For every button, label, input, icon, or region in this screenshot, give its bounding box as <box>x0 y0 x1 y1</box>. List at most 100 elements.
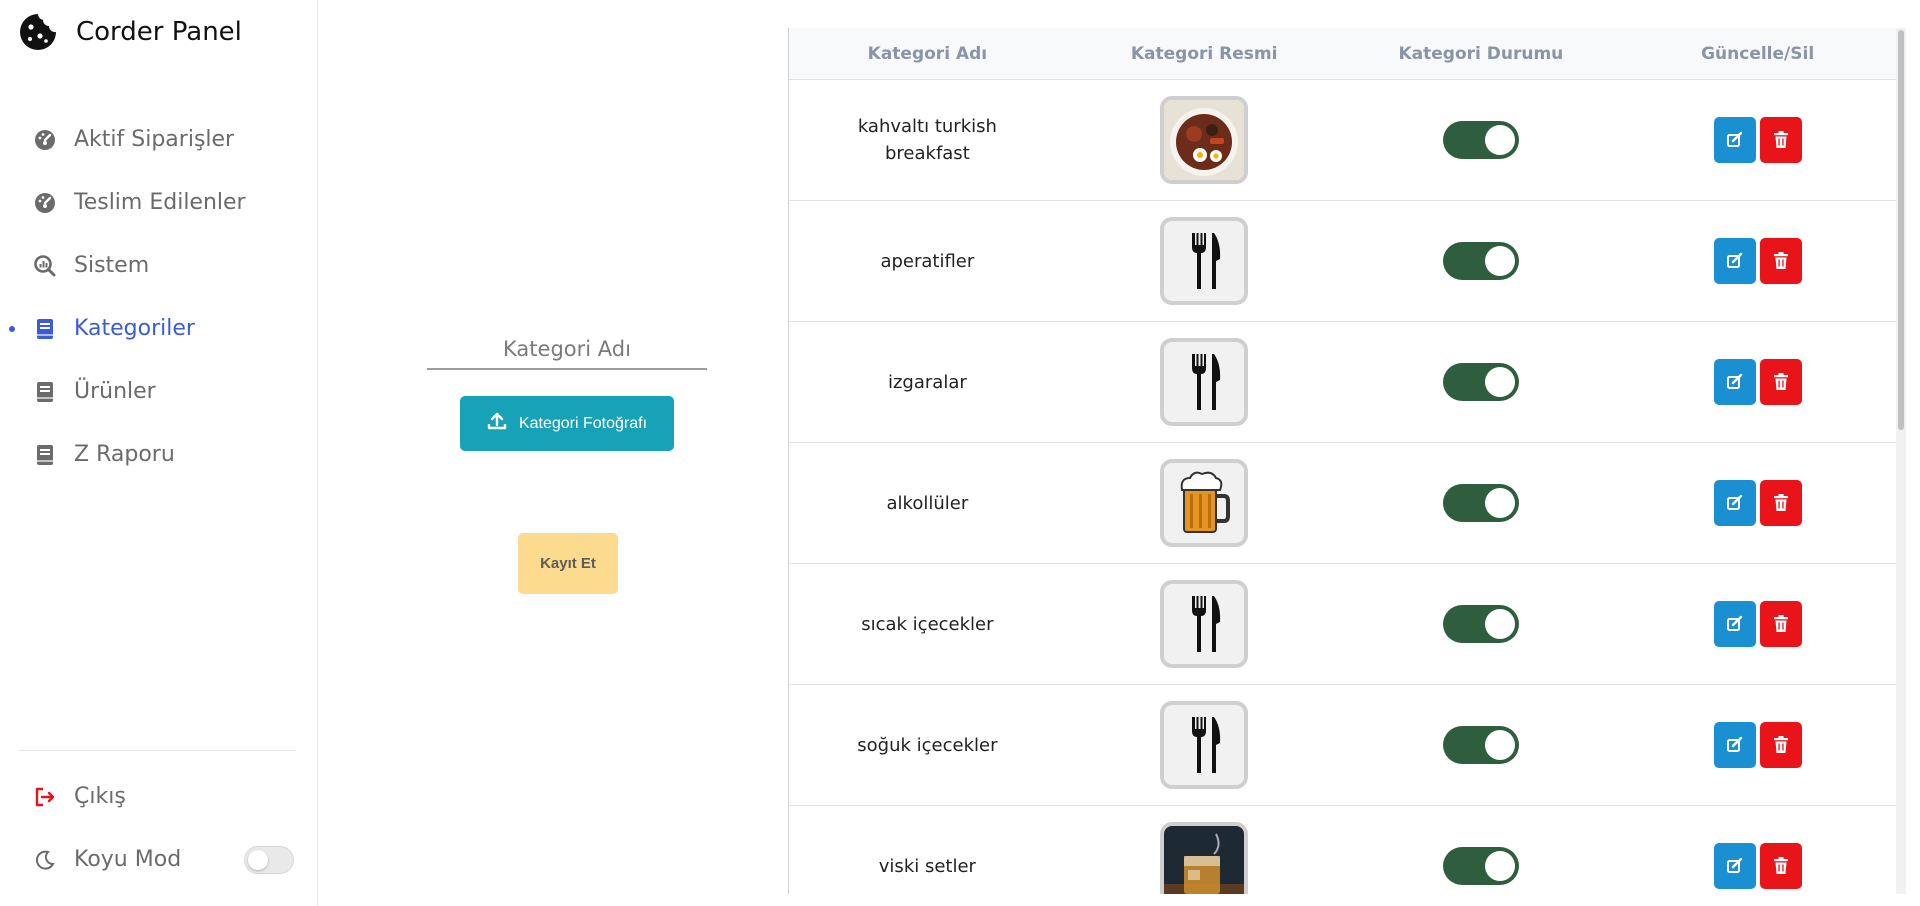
sidebar-item-urunler[interactable]: Ürünler <box>0 360 318 423</box>
sidebar-item-label: Aktif Siparişler <box>74 127 235 152</box>
book-icon <box>34 381 56 403</box>
sidebar-item-z-raporu[interactable]: Z Raporu <box>0 423 318 486</box>
sidebar-nav: Aktif Siparişler Teslim Edilenler Sistem… <box>0 108 318 486</box>
whiskey-photo-icon <box>1160 822 1249 894</box>
trash-icon <box>1773 494 1788 511</box>
trash-icon <box>1773 131 1788 148</box>
category-form: Kategori Fotoğrafı Kayıt Et <box>318 0 788 906</box>
table-row: sıcak içecekler <box>789 564 1896 685</box>
status-toggle[interactable] <box>1442 605 1519 643</box>
upload-label: Kategori Fotoğrafı <box>518 414 648 432</box>
sidebar-item-label: Ürünler <box>74 379 156 404</box>
book-icon <box>34 318 56 340</box>
search-chart-icon <box>34 254 56 277</box>
table-row: soğuk içecekler <box>789 685 1896 806</box>
edit-icon <box>1726 494 1742 510</box>
table-header: Kategori Adı Kategori Resmi Kategori Dur… <box>789 28 1896 80</box>
active-indicator <box>9 325 15 332</box>
trash-icon <box>1773 736 1788 753</box>
scrollbar-thumb[interactable] <box>1898 30 1904 430</box>
cutlery-icon <box>1160 580 1249 668</box>
cookie-logo-icon <box>20 14 56 50</box>
moon-icon <box>34 849 56 871</box>
delete-button[interactable] <box>1759 843 1802 889</box>
sidebar: Corder Panel Aktif Siparişler Teslim Edi… <box>0 0 318 906</box>
upload-photo-button[interactable]: Kategori Fotoğrafı <box>460 396 674 451</box>
sidebar-item-sistem[interactable]: Sistem <box>0 234 318 297</box>
edit-button[interactable] <box>1713 117 1756 163</box>
category-name: aperatifler <box>880 250 975 272</box>
delete-button[interactable] <box>1759 238 1802 284</box>
status-toggle[interactable] <box>1442 363 1519 401</box>
logout-button[interactable]: Çıkış <box>0 765 318 828</box>
table-row: viski setler <box>789 806 1896 894</box>
edit-icon <box>1726 252 1742 268</box>
logout-label: Çıkış <box>74 784 126 809</box>
breakfast-photo-icon <box>1160 96 1249 184</box>
status-toggle[interactable] <box>1442 726 1519 764</box>
sidebar-item-label: Sistem <box>74 253 150 278</box>
dark-mode-row: Koyu Mod <box>0 828 318 891</box>
app-title: Corder Panel <box>76 17 242 47</box>
status-toggle[interactable] <box>1442 484 1519 522</box>
save-button[interactable]: Kayıt Et <box>518 533 618 594</box>
delete-button[interactable] <box>1759 359 1802 405</box>
trash-icon <box>1773 857 1788 874</box>
category-name: viski setler <box>878 855 976 877</box>
edit-icon <box>1726 373 1742 389</box>
trash-icon <box>1773 252 1788 269</box>
status-toggle[interactable] <box>1442 242 1519 280</box>
dashboard-icon <box>34 129 56 151</box>
dark-mode-toggle[interactable] <box>244 845 294 874</box>
edit-button[interactable] <box>1713 238 1756 284</box>
trash-icon <box>1773 615 1788 632</box>
edit-button[interactable] <box>1713 359 1756 405</box>
header-actions[interactable]: Güncelle/Sil <box>1619 28 1896 79</box>
cutlery-icon <box>1160 338 1249 426</box>
edit-icon <box>1726 857 1742 873</box>
sidebar-item-label: Z Raporu <box>74 442 175 467</box>
category-name: kahvaltı turkish breakfast <box>857 116 997 164</box>
cutlery-icon <box>1160 701 1249 789</box>
delete-button[interactable] <box>1759 722 1802 768</box>
category-table: Kategori Adı Kategori Resmi Kategori Dur… <box>788 28 1896 894</box>
category-name: sıcak içecekler <box>861 613 994 635</box>
header-category-name[interactable]: Kategori Adı <box>789 28 1066 79</box>
status-toggle[interactable] <box>1442 121 1519 159</box>
table-row: alkollüler <box>789 443 1896 564</box>
delete-button[interactable] <box>1759 601 1802 647</box>
dashboard-icon <box>34 192 56 214</box>
edit-icon <box>1726 131 1742 147</box>
beer-mug-icon <box>1160 459 1249 547</box>
sidebar-item-teslim-edilenler[interactable]: Teslim Edilenler <box>0 171 318 234</box>
table-scrollbar[interactable] <box>1896 28 1906 894</box>
table-row: kahvaltı turkish breakfast <box>789 80 1896 201</box>
edit-icon <box>1726 736 1742 752</box>
book-icon <box>34 444 56 466</box>
edit-icon <box>1726 615 1742 631</box>
category-name: soğuk içecekler <box>857 734 998 756</box>
edit-button[interactable] <box>1713 722 1756 768</box>
sidebar-item-kategoriler[interactable]: Kategoriler <box>0 297 318 360</box>
sidebar-item-label: Kategoriler <box>74 316 195 341</box>
category-name: alkollüler <box>886 492 969 514</box>
category-name-input[interactable] <box>427 330 707 370</box>
upload-icon <box>487 411 507 436</box>
trash-icon <box>1773 373 1788 390</box>
edit-button[interactable] <box>1713 601 1756 647</box>
dark-mode-label: Koyu Mod <box>74 847 182 872</box>
logout-icon <box>34 786 56 808</box>
table-row: izgaralar <box>789 322 1896 443</box>
header-category-image[interactable]: Kategori Resmi <box>1066 28 1343 79</box>
sidebar-item-aktif-siparisler[interactable]: Aktif Siparişler <box>0 108 318 171</box>
header-category-status[interactable]: Kategori Durumu <box>1343 28 1620 79</box>
category-name: izgaralar <box>887 371 967 393</box>
brand[interactable]: Corder Panel <box>18 12 242 52</box>
edit-button[interactable] <box>1713 843 1756 889</box>
edit-button[interactable] <box>1713 480 1756 526</box>
status-toggle[interactable] <box>1442 847 1519 885</box>
cutlery-icon <box>1160 217 1249 305</box>
table-row: aperatifler <box>789 201 1896 322</box>
delete-button[interactable] <box>1759 117 1802 163</box>
delete-button[interactable] <box>1759 480 1802 526</box>
